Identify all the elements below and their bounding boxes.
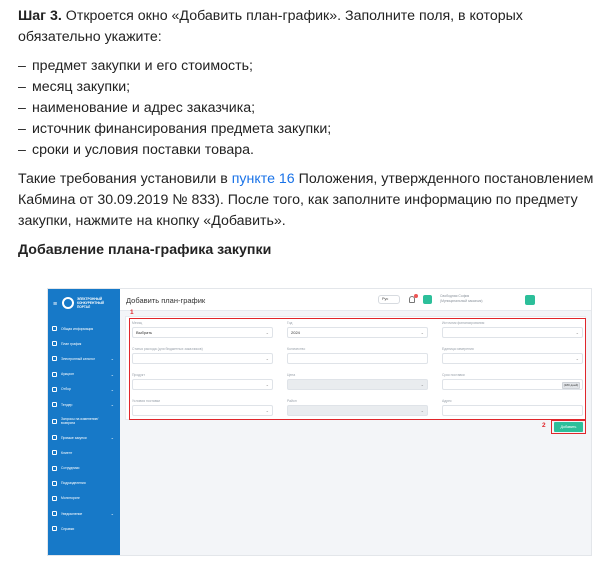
- sidebar-item[interactable]: Аукцион ⌄: [48, 367, 120, 382]
- portal-screenshot: ≡ ЭЛЕКТРОННЫЙ КОНКУРЕНТНЫЙ ПОРТАЛ Общая …: [47, 288, 592, 556]
- sidebar-item[interactable]: Мониторинг: [48, 491, 120, 506]
- catalog-icon: [52, 356, 57, 362]
- list-item: – месяц закупки;: [18, 79, 131, 95]
- user-role: (Муниципальный заказчик): [440, 299, 483, 303]
- chevron-down-icon: ⌄: [110, 511, 114, 517]
- monitoring-icon: [52, 495, 57, 501]
- portal-logo: ≡ ЭЛЕКТРОННЫЙ КОНКУРЕНТНЫЙ ПОРТАЛ: [53, 295, 117, 315]
- section-heading: Добавление плана-графика закупки: [18, 242, 272, 258]
- avatar[interactable]: [525, 295, 535, 305]
- departments-icon: [52, 480, 57, 486]
- brand-name: ЭЛЕКТРОННЫЙ КОНКУРЕНТНЫЙ ПОРТАЛ: [77, 297, 104, 309]
- notification-badge: [414, 294, 418, 298]
- sidebar-item[interactable]: План график: [48, 336, 120, 351]
- reference-icon: [52, 526, 57, 532]
- sidebar-item[interactable]: Прямые закупки ⌄: [48, 430, 120, 445]
- list-item: – сроки и условия поставки товара.: [18, 142, 254, 158]
- marker-1: 1: [130, 309, 134, 316]
- logo-icon: [62, 297, 74, 309]
- sidebar-item[interactable]: Электронный каталог ⌄: [48, 351, 120, 366]
- sidebar: ≡ ЭЛЕКТРОННЫЙ КОНКУРЕНТНЫЙ ПОРТАЛ Общая …: [48, 289, 120, 555]
- sidebar-item[interactable]: Сотрудники: [48, 461, 120, 476]
- step-paragraph: Шаг 3. Откроется окно «Добавить план-гра…: [18, 6, 608, 48]
- sidebar-item[interactable]: Клиент: [48, 445, 120, 460]
- tender-icon: [52, 402, 57, 408]
- list-item: – предмет закупки и его стоимость;: [18, 58, 253, 74]
- sidebar-item[interactable]: Отбор ⌄: [48, 382, 120, 397]
- regulation-link[interactable]: пункте 16: [232, 171, 295, 187]
- chevron-down-icon: ⌄: [110, 402, 114, 408]
- notification-icon: [52, 511, 57, 517]
- article: Шаг 3. Откроется окно «Добавить план-гра…: [18, 6, 608, 261]
- menu-icon[interactable]: ≡: [53, 301, 57, 308]
- requirements-paragraph: Такие требования установили в пункте 16 …: [18, 171, 594, 229]
- requirements-list: – предмет закупки и его стоимость; – месяц…: [18, 56, 608, 161]
- step-text: Откроется окно «Добавить план-график». З…: [18, 8, 523, 45]
- list-item: – наименование и адрес заказчика;: [18, 100, 256, 116]
- sidebar-menu: Общая информация План график Электронный…: [48, 321, 120, 536]
- chevron-down-icon: ⌄: [110, 356, 114, 362]
- add-button-highlight: [551, 420, 586, 434]
- form-highlight: [129, 318, 586, 420]
- sidebar-item[interactable]: Уведомление ⌄: [48, 506, 120, 521]
- sidebar-item[interactable]: Справки: [48, 521, 120, 536]
- apps-icon[interactable]: [423, 295, 432, 304]
- auction-icon: [52, 371, 57, 377]
- staff-icon: [52, 465, 57, 471]
- page-title: Добавить план-график: [126, 296, 206, 305]
- chevron-down-icon: ⌄: [110, 371, 114, 377]
- chart-icon: [52, 341, 57, 347]
- user-info: Свободная София (Муниципальный заказчик): [440, 294, 520, 304]
- client-icon: [52, 450, 57, 456]
- chevron-down-icon: ⌄: [110, 435, 114, 441]
- language-select[interactable]: Рус: [378, 295, 400, 304]
- topbar: Добавить план-график Рус Свободная София…: [120, 289, 591, 311]
- sidebar-item[interactable]: Общая информация: [48, 321, 120, 336]
- selection-icon: [52, 386, 57, 392]
- chevron-down-icon: ⌄: [110, 386, 114, 392]
- list-item: – источник финансирования предмета закупк…: [18, 121, 332, 137]
- sidebar-item[interactable]: Тендер ⌄: [48, 397, 120, 412]
- sidebar-item[interactable]: Запросы на изменение/ возврата: [48, 412, 120, 430]
- step-label: Шаг 3.: [18, 8, 62, 24]
- marker-2: 2: [542, 422, 546, 429]
- info-icon: [52, 326, 57, 332]
- direct-purchase-icon: [52, 435, 57, 441]
- request-icon: [52, 418, 57, 424]
- sidebar-item[interactable]: Подразделения: [48, 476, 120, 491]
